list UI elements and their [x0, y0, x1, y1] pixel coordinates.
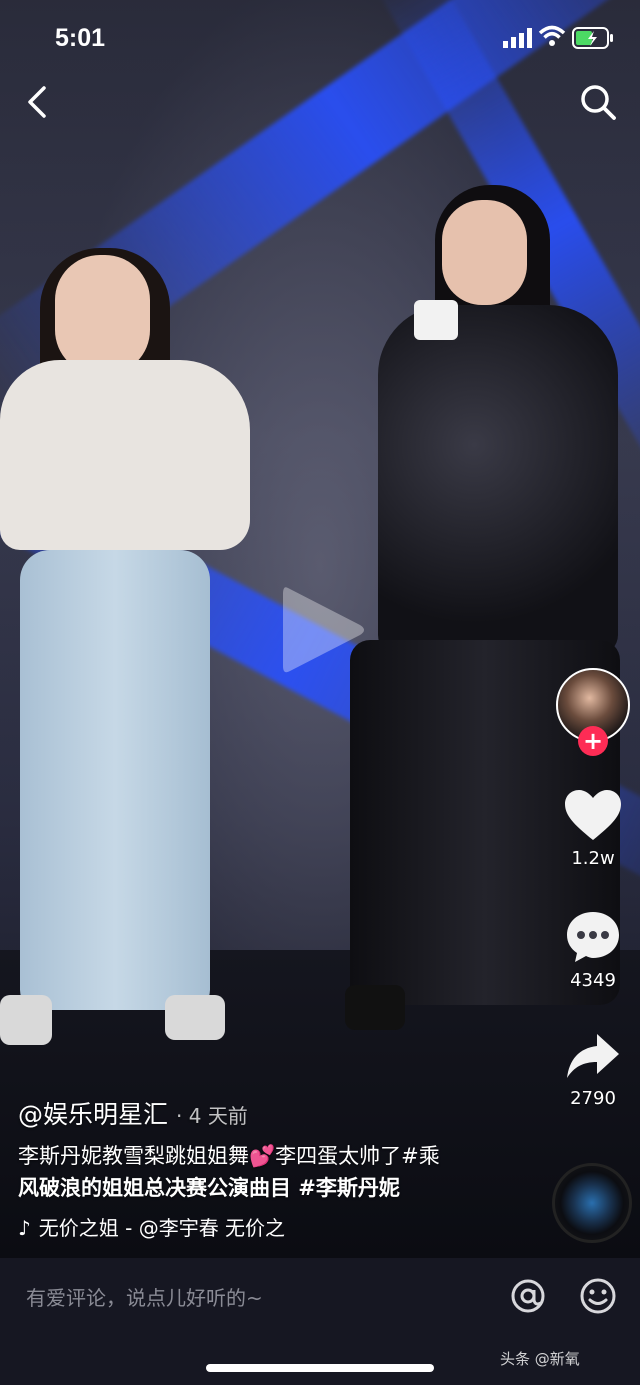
comment-button[interactable]: 4349: [553, 910, 633, 991]
emoji-icon[interactable]: [578, 1276, 618, 1316]
home-indicator[interactable]: [206, 1364, 434, 1372]
follow-plus-button[interactable]: +: [578, 726, 608, 756]
wifi-icon: [538, 25, 566, 46]
performer-right-jacket: [378, 305, 618, 655]
music-title: 无价之姐 - @李宇春 无价之: [38, 1216, 286, 1240]
back-icon[interactable]: [22, 82, 54, 122]
performer-left-shoe: [165, 995, 225, 1040]
caption-line[interactable]: 风破浪的姐姐总决赛公演曲目 #李斯丹妮: [18, 1172, 518, 1204]
author-name[interactable]: @娱乐明星汇: [18, 1100, 168, 1129]
performer-left-blouse: [0, 360, 250, 550]
microphone: [414, 300, 458, 340]
music-marquee[interactable]: ♪ 无价之姐 - @李宇春 无价之: [18, 1212, 338, 1241]
comment-input[interactable]: 有爱评论，说点儿好听的~: [26, 1282, 263, 1311]
author-line[interactable]: @娱乐明星汇 · 4 天前: [18, 1095, 248, 1131]
music-note-icon: ♪: [18, 1216, 31, 1240]
comment-icon: [567, 912, 619, 962]
search-icon[interactable]: [578, 82, 618, 122]
status-bar: 5:01: [0, 0, 640, 80]
performer-right-shoe: [345, 985, 405, 1030]
at-icon[interactable]: [508, 1276, 548, 1316]
share-count: 2790: [570, 1088, 616, 1109]
caption-line: 李斯丹妮教雪梨跳姐姐舞💕李四蛋太帅了#乘: [18, 1144, 440, 1168]
performer-right-face: [442, 200, 527, 305]
performer-left-shoe: [0, 995, 52, 1045]
share-icon: [567, 1034, 619, 1078]
performer-left-face: [55, 255, 150, 375]
battery-icon: [572, 27, 613, 49]
play-icon[interactable]: [278, 580, 368, 680]
status-time: 5:01: [55, 24, 106, 52]
author-avatar[interactable]: +: [556, 668, 630, 756]
signal-icon: [503, 28, 532, 48]
post-time: · 4 天前: [176, 1104, 248, 1128]
like-count: 1.2w: [571, 848, 615, 869]
heart-icon: [565, 790, 621, 840]
share-button[interactable]: 2790: [553, 1032, 633, 1109]
watermark: 头条 @新氧: [500, 1350, 580, 1368]
music-disc[interactable]: [552, 1163, 632, 1243]
comment-count: 4349: [570, 970, 616, 991]
like-button[interactable]: 1.2w: [553, 790, 633, 869]
performer-left-jeans: [20, 550, 210, 1010]
post-caption: 李斯丹妮教雪梨跳姐姐舞💕李四蛋太帅了#乘 风破浪的姐姐总决赛公演曲目 #李斯丹妮: [18, 1140, 518, 1204]
